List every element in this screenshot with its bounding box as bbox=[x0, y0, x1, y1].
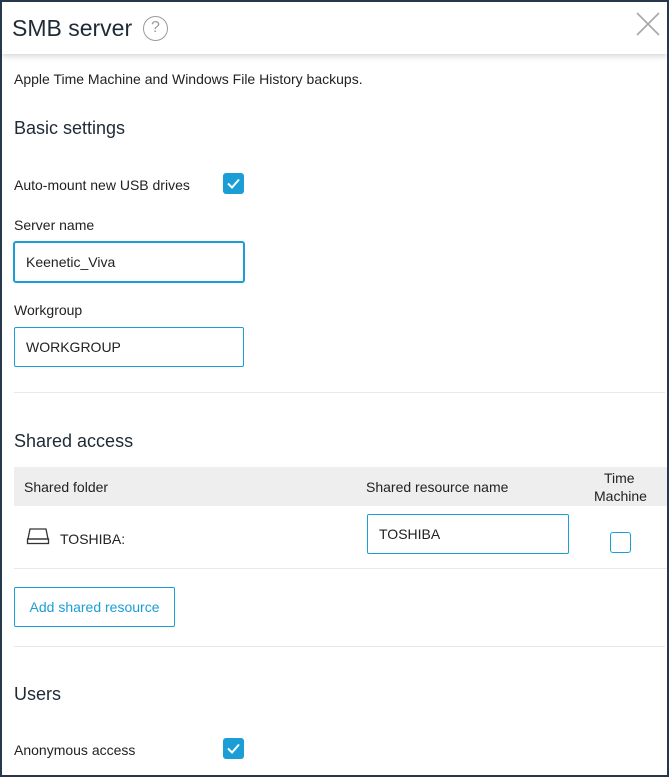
shared-access-heading: Shared access bbox=[14, 431, 134, 451]
shared-resource-name-input[interactable]: TOSHIBA bbox=[367, 514, 569, 554]
column-shared-folder: Shared folder bbox=[24, 479, 109, 495]
divider bbox=[14, 392, 665, 393]
checkmark-icon bbox=[227, 743, 240, 754]
automount-checkbox[interactable] bbox=[223, 173, 244, 194]
drive-icon bbox=[26, 527, 50, 550]
dialog-header: SMB server ? bbox=[2, 2, 667, 54]
row-divider bbox=[14, 568, 667, 569]
users-heading: Users bbox=[14, 684, 62, 704]
column-shared-resource-name: Shared resource name bbox=[366, 479, 509, 495]
time-machine-checkbox[interactable] bbox=[610, 532, 631, 553]
basic-settings-heading: Basic settings bbox=[14, 118, 126, 138]
anonymous-access-label: Anonymous access bbox=[14, 742, 136, 758]
checkmark-icon bbox=[227, 178, 240, 189]
close-icon[interactable] bbox=[634, 10, 662, 38]
anonymous-access-checkbox[interactable] bbox=[223, 738, 244, 759]
shared-table-header: Shared folder Shared resource name Time … bbox=[14, 467, 667, 506]
column-time: Time bbox=[604, 470, 635, 486]
shared-folder-name: TOSHIBA: bbox=[60, 531, 126, 547]
smb-server-dialog: SMB server ? Apple Time Machine and Wind… bbox=[0, 0, 669, 777]
column-machine: Machine bbox=[594, 488, 647, 504]
server-name-input[interactable]: Keenetic_Viva bbox=[14, 242, 244, 282]
workgroup-label: Workgroup bbox=[14, 302, 83, 318]
help-icon[interactable]: ? bbox=[143, 16, 168, 41]
workgroup-input[interactable]: WORKGROUP bbox=[14, 327, 244, 367]
automount-label: Auto-mount new USB drives bbox=[14, 177, 190, 193]
add-shared-resource-button[interactable]: Add shared resource bbox=[14, 587, 175, 627]
dialog-title: SMB server bbox=[12, 15, 133, 41]
description-text: Apple Time Machine and Windows File Hist… bbox=[14, 71, 363, 87]
divider bbox=[14, 646, 665, 647]
server-name-label: Server name bbox=[14, 217, 95, 233]
